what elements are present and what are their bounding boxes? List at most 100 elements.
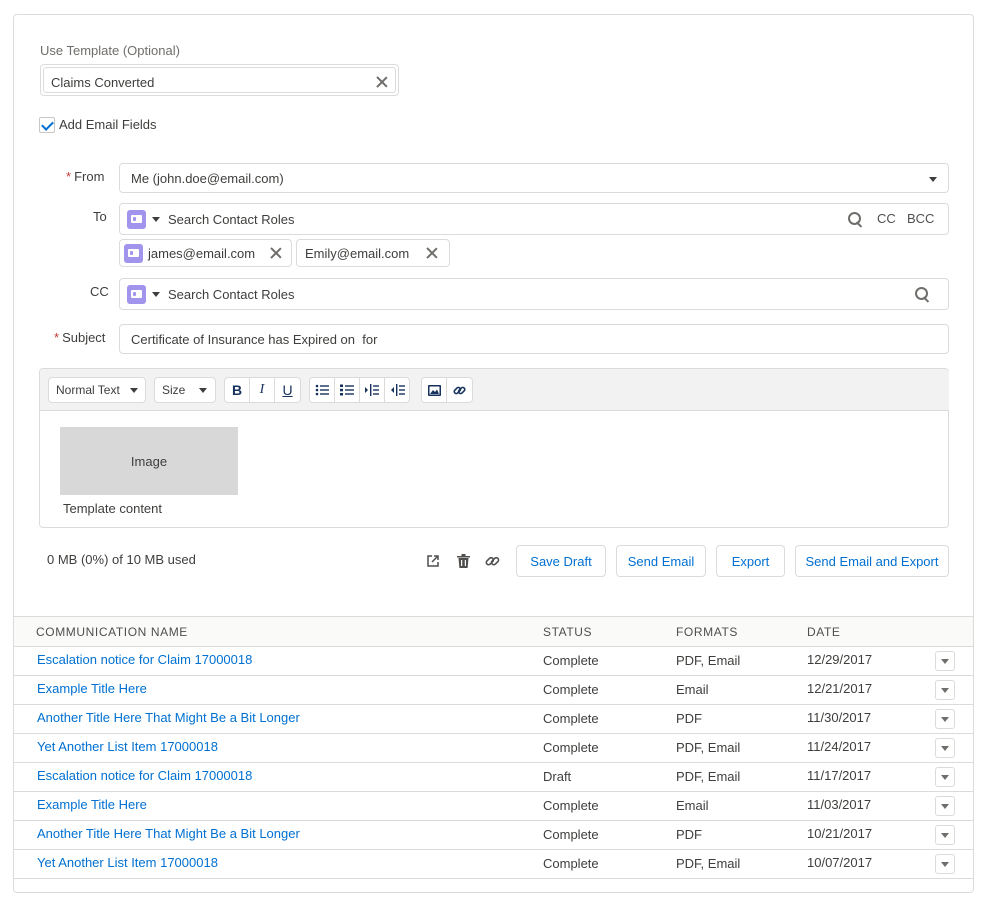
to-search-input[interactable]: Search Contact Roles: [168, 212, 294, 227]
bullet-list-button[interactable]: [310, 378, 335, 402]
date-cell: 11/24/2017: [807, 739, 872, 754]
date-cell: 10/21/2017: [807, 826, 873, 841]
communication-link[interactable]: Another Title Here That Might Be a Bit L…: [37, 826, 300, 841]
add-email-fields-label: Add Email Fields: [59, 117, 157, 132]
remove-recipient-icon[interactable]: [270, 247, 282, 259]
status-cell: Complete: [543, 711, 599, 726]
format-select[interactable]: Normal Text: [48, 377, 146, 403]
column-header-name[interactable]: COMMUNICATION NAME: [36, 625, 188, 639]
communication-link[interactable]: Yet Another List Item 17000018: [37, 855, 218, 870]
editor-toolbar: Normal Text Size B I U: [40, 369, 949, 411]
size-value: Size: [162, 383, 186, 397]
row-actions-button[interactable]: [935, 767, 955, 787]
template-combobox[interactable]: Claims Converted: [40, 64, 399, 96]
table-row: Yet Another List Item 17000018 Complete …: [14, 734, 973, 763]
subject-input[interactable]: Certificate of Insurance has Expired on …: [119, 324, 949, 354]
chevron-down-icon: [929, 177, 937, 182]
from-value: Me (john.doe@email.com): [131, 171, 284, 186]
status-cell: Complete: [543, 682, 599, 697]
delete-icon[interactable]: [457, 554, 470, 571]
text-style-group: B I U: [224, 377, 301, 403]
recipient-pill[interactable]: Emily@email.com: [296, 239, 450, 267]
row-actions-button[interactable]: [935, 738, 955, 758]
indent-button[interactable]: [360, 378, 385, 402]
clear-template-icon[interactable]: [376, 76, 388, 88]
recipient-email: Emily@email.com: [305, 246, 410, 261]
size-select[interactable]: Size: [154, 377, 216, 403]
cc-link[interactable]: CC: [877, 211, 896, 226]
search-icon[interactable]: [848, 212, 864, 228]
communication-link[interactable]: Another Title Here That Might Be a Bit L…: [37, 710, 300, 725]
export-button[interactable]: Export: [716, 545, 785, 577]
from-select[interactable]: Me (john.doe@email.com): [119, 163, 949, 193]
add-email-fields-checkbox[interactable]: [39, 117, 55, 133]
from-label: * From: [66, 169, 104, 184]
table-row: Example Title Here Complete Email 12/21/…: [14, 676, 973, 705]
row-actions-button[interactable]: [935, 709, 955, 729]
numbered-list-button[interactable]: [335, 378, 360, 402]
format-value: Normal Text: [56, 383, 120, 397]
remove-recipient-icon[interactable]: [426, 247, 438, 259]
row-actions-button[interactable]: [935, 651, 955, 671]
underline-button[interactable]: U: [275, 378, 300, 402]
row-actions-button[interactable]: [935, 825, 955, 845]
formats-cell: PDF, Email: [676, 769, 741, 784]
to-lookup[interactable]: Search Contact Roles CC BCC: [119, 203, 949, 235]
table-row: Escalation notice for Claim 17000018 Dra…: [14, 763, 973, 792]
chevron-down-icon[interactable]: [152, 217, 160, 222]
recipient-email: james@email.com: [148, 246, 256, 261]
recipient-pill[interactable]: james@email.com: [119, 239, 292, 267]
insert-link-button[interactable]: [447, 378, 472, 402]
numbered-list-icon: [340, 384, 354, 396]
formats-cell: PDF, Email: [676, 740, 741, 755]
search-icon[interactable]: [915, 287, 931, 303]
row-actions-button[interactable]: [935, 796, 955, 816]
column-header-date[interactable]: DATE: [807, 625, 841, 639]
communication-link[interactable]: Escalation notice for Claim 17000018: [37, 768, 252, 783]
formats-cell: PDF: [676, 827, 702, 842]
link-icon[interactable]: [485, 554, 500, 572]
italic-button[interactable]: I: [250, 378, 275, 402]
chevron-down-icon[interactable]: [152, 292, 160, 297]
row-actions-button[interactable]: [935, 854, 955, 874]
link-icon: [453, 386, 466, 394]
formats-cell: Email: [676, 798, 709, 813]
formats-cell: PDF: [676, 711, 702, 726]
status-cell: Complete: [543, 740, 599, 755]
row-actions-button[interactable]: [935, 680, 955, 700]
list-group: [309, 377, 410, 403]
status-cell: Complete: [543, 827, 599, 842]
status-cell: Complete: [543, 856, 599, 871]
communication-link[interactable]: Escalation notice for Claim 17000018: [37, 652, 252, 667]
send-email-button[interactable]: Send Email: [616, 545, 706, 577]
bold-button[interactable]: B: [225, 378, 250, 402]
status-cell: Complete: [543, 798, 599, 813]
storage-usage: 0 MB (0%) of 10 MB used: [47, 552, 196, 567]
chevron-down-icon: [199, 388, 207, 393]
bcc-link[interactable]: BCC: [907, 211, 934, 226]
subject-label-text: Subject: [62, 330, 106, 345]
save-draft-button[interactable]: Save Draft: [516, 545, 606, 577]
template-value: Claims Converted: [51, 75, 155, 90]
communication-link[interactable]: Example Title Here: [37, 681, 147, 696]
column-header-formats[interactable]: FORMATS: [676, 625, 738, 639]
open-external-icon[interactable]: [426, 554, 440, 571]
formats-cell: PDF, Email: [676, 653, 741, 668]
date-cell: 11/03/2017: [807, 797, 872, 812]
outdent-button[interactable]: [385, 378, 410, 402]
column-header-status[interactable]: STATUS: [543, 625, 592, 639]
cc-search-input[interactable]: Search Contact Roles: [168, 287, 294, 302]
insert-group: [421, 377, 473, 403]
required-marker: *: [66, 169, 72, 184]
communication-link[interactable]: Example Title Here: [37, 797, 147, 812]
outdent-icon: [390, 384, 405, 396]
insert-image-button[interactable]: [422, 378, 447, 402]
to-label: To: [93, 209, 107, 224]
template-content-text: Template content: [63, 501, 163, 516]
cc-lookup[interactable]: Search Contact Roles: [119, 278, 949, 310]
communication-link[interactable]: Yet Another List Item 17000018: [37, 739, 218, 754]
send-and-export-button[interactable]: Send Email and Export: [795, 545, 949, 577]
date-cell: 11/30/2017: [807, 710, 872, 725]
cc-label: CC: [90, 284, 109, 299]
subject-label: * Subject: [54, 330, 105, 345]
